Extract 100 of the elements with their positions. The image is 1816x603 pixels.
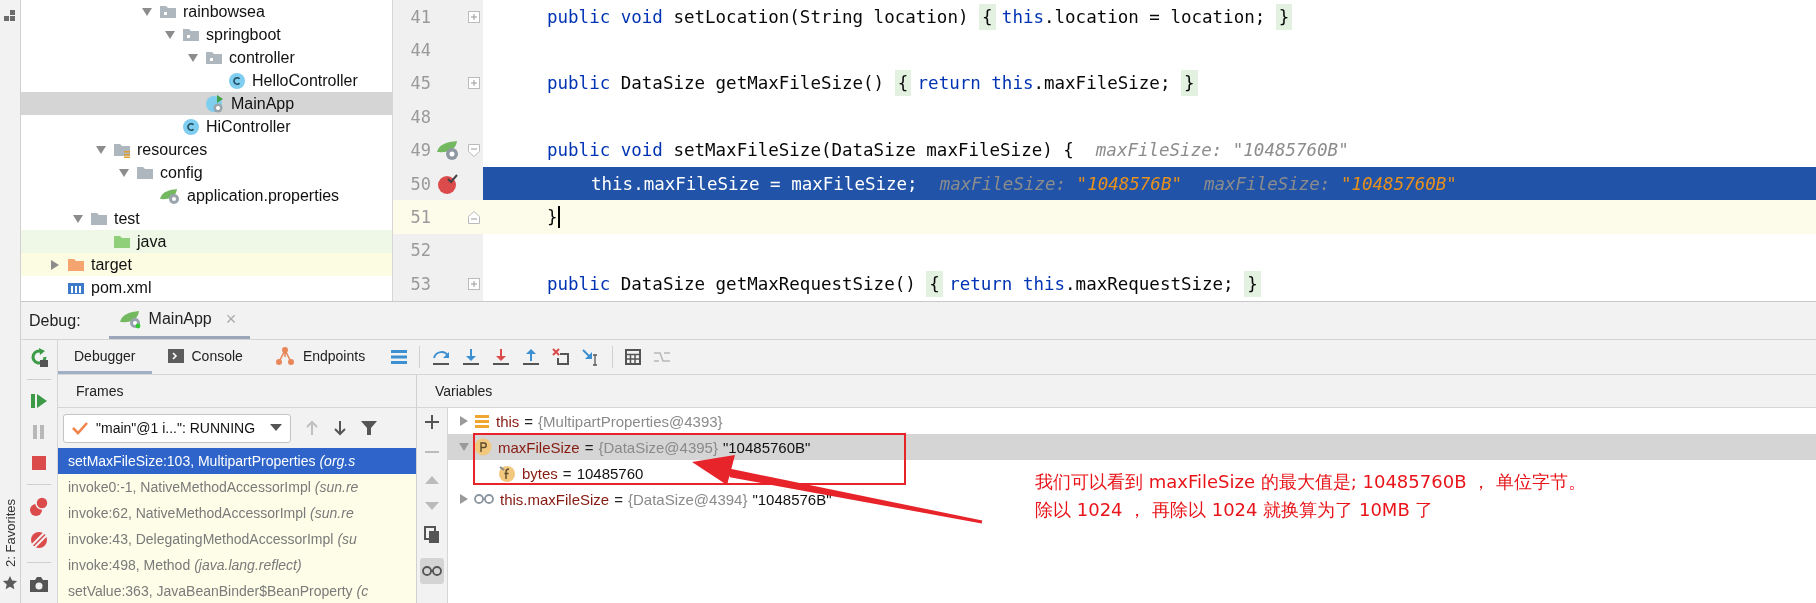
rerun-icon[interactable] [28,346,50,368]
frame-item[interactable]: invoke0:-1, NativeMethodAccessorImpl (sun.re [58,474,416,500]
tree-item[interactable]: application.properties [21,184,392,207]
caret-down-icon[interactable] [118,167,130,178]
tree-item[interactable]: controller [21,46,392,69]
tree-item[interactable]: java [21,230,392,253]
line-number: 45 [409,73,431,94]
line-number: 48 [409,106,431,127]
tree-item[interactable]: pom.xml [21,276,392,299]
plus-icon[interactable] [424,414,440,430]
leaf-gear-icon [159,186,181,205]
variable-item[interactable]: this.maxFileSize = {DataSize@4394} "1048576B" [448,486,838,512]
maven-file-icon [67,280,85,295]
tree-item[interactable]: test [21,207,392,230]
variable-item[interactable]: bytes = 10485760 [448,460,650,486]
line-number: 52 [409,240,431,261]
copy-icon[interactable] [424,526,440,544]
step-into-icon[interactable] [462,348,481,366]
annotation-text: 我们可以看到 maxFileSize 的最大值是; 10485760B ， 单位字节。 [1035,470,1586,494]
code-text: } [547,206,558,230]
line-number: 49 [409,140,431,161]
favorites-tab[interactable]: 2: Favorites [2,499,18,567]
list-icon [474,413,490,429]
variables-header: Variables [417,375,1816,408]
line-number: 44 [409,40,431,61]
line-number: 51 [409,207,431,228]
arrow-down-icon[interactable] [333,420,347,436]
caret-down-icon[interactable] [141,6,153,17]
folder-icon [136,165,154,180]
trace-icon[interactable] [653,349,672,365]
camera-icon[interactable] [28,574,50,594]
parameter-icon [474,438,492,456]
frame-item[interactable]: invoke:62, NativeMethodAccessorImpl (sun.re [58,500,416,526]
code-text: public void setLocation(String location) { this.location = location; } [547,3,1299,30]
caret-right-icon[interactable] [459,415,469,427]
caret-down-icon[interactable] [164,29,176,40]
tree-item[interactable]: HelloController [21,69,392,92]
variable-item[interactable]: maxFileSize = {DataSize@4395} "10485760B" [448,434,1816,460]
stop-icon[interactable] [29,453,49,473]
tree-item[interactable]: config [21,161,392,184]
step-over-icon[interactable] [432,348,451,366]
caret-right-icon[interactable] [459,493,469,505]
tree-item[interactable]: target [21,253,392,276]
caret-down-icon[interactable] [187,52,199,63]
star-icon [2,575,18,591]
package-folder-icon [205,50,223,65]
folder-icon [90,211,108,226]
check-icon [72,421,88,435]
view-tab[interactable]: Console [151,340,259,374]
structure-icon [4,10,16,22]
fold-end-icon [468,210,480,224]
annotation-text: 除以 1024 ， 再除以 1024 就换算为了 10MB 了 [1035,498,1435,522]
variable-item[interactable]: this = {MultipartProperties@4393} [448,408,734,434]
bean-gear-icon [435,139,461,162]
caret-down-icon[interactable] [95,144,107,155]
frame-item[interactable]: setValue:363, JavaBeanBinder$BeanProperty (c [58,578,416,603]
tree-item[interactable]: rainbowsea [21,0,392,23]
run-class-icon [205,93,225,114]
glasses-icon [474,493,494,505]
watches-toggle[interactable] [420,558,444,584]
tree-item[interactable]: springboot [21,23,392,46]
thread-dropdown[interactable]: "main"@1 i...": RUNNING [63,413,291,443]
caret-down-icon[interactable] [72,213,84,224]
force-step-into-icon[interactable] [492,348,511,366]
tree-item[interactable]: MainApp [21,92,392,115]
move-down-icon[interactable] [424,500,440,512]
menu-icon[interactable] [391,350,408,364]
frame-item[interactable]: setMaxFileSize:103, MultipartProperties (org.s [58,448,416,474]
package-folder-icon [182,27,200,42]
breakpoint-icon [437,172,459,195]
tree-item[interactable]: resources [21,138,392,161]
caret-right-icon[interactable] [50,258,60,271]
fold-plus-icon [468,10,480,23]
frame-item[interactable]: invoke:498, Method (java.lang.reflect) [58,552,416,578]
line-number: 53 [409,273,431,294]
filter-icon[interactable] [361,420,377,436]
fold-plus-icon [468,277,480,290]
leaf-gear-icon [118,309,143,329]
code-text: this.maxFileSize = maxFileSize; [591,172,918,196]
fold-start-icon [468,143,480,157]
breakpoints-icon[interactable] [28,496,50,518]
package-folder-icon [159,4,177,19]
tree-item[interactable]: HiController [21,115,392,138]
drop-frame-icon[interactable] [552,348,571,366]
view-tab[interactable]: Endpoints [258,340,382,374]
code-text: public DataSize getMaxFileSize() { return this.maxFileSize; } [547,70,1204,97]
console-icon [167,347,184,364]
calculator-icon[interactable] [625,349,642,365]
resources-folder-icon [113,141,131,158]
field-icon [498,464,516,482]
inline-value-hint: maxFileSize: "10485760B" [1203,173,1457,194]
frame-item[interactable]: invoke:43, DelegatingMethodAccessorImpl (su [58,526,416,552]
resume-icon[interactable] [29,391,49,411]
mute-breakpoints-icon[interactable] [28,529,50,551]
class-icon [182,117,200,136]
move-up-icon[interactable] [424,474,440,486]
step-out-icon[interactable] [522,348,541,366]
code-text: public void setMaxFileSize(DataSize maxFileSize) { [547,139,1074,163]
caret-down-icon[interactable] [458,442,470,452]
frames-header: Frames [58,375,416,408]
